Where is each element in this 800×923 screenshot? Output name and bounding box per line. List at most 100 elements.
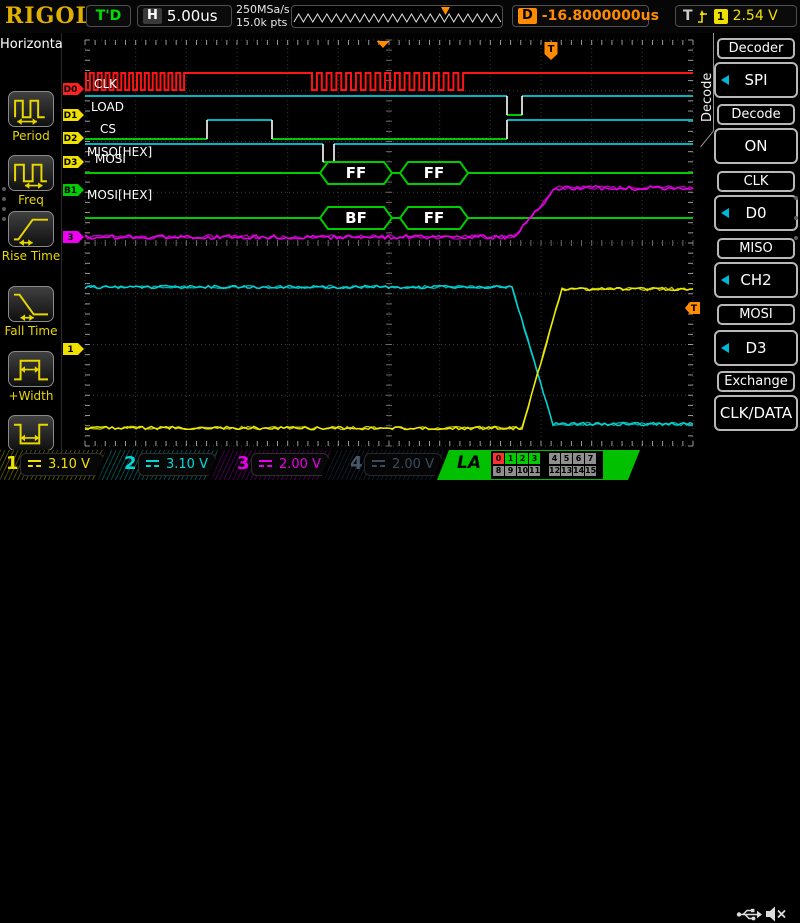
trigger-status-badge: T'D — [86, 5, 131, 27]
channel-scale-box: 2.00 V — [364, 453, 442, 476]
sample-rate: 250MSa/s — [236, 3, 290, 16]
menu-item-rise-time[interactable]: Rise Time — [0, 211, 62, 263]
menu-tab-decode[interactable]: Decode — [700, 47, 715, 147]
la-digit-5: 5 — [561, 453, 572, 464]
channel-number: 1 — [6, 453, 19, 474]
softkey-miso[interactable]: CH2 — [714, 262, 798, 298]
fall-time-icon — [8, 286, 54, 322]
svg-text:T: T — [691, 304, 698, 314]
dc-coupling-icon — [259, 459, 272, 470]
menu-item-freq[interactable]: Freq — [0, 155, 62, 207]
delay-offset-box[interactable]: D -16.8000000us — [512, 5, 659, 27]
trigger-level-value: 2.54 V — [732, 8, 778, 24]
la-digit-panel: 0 1 2 3 4 5 6 7 8 9 10 11 12 13 14 15 — [491, 451, 603, 479]
menu-item--width[interactable]: +Width — [0, 351, 62, 403]
speaker-muted-icon[interactable] — [765, 905, 787, 923]
channel-status-bar: 1 3.10 V 2 3.10 V 3 2.00 V 4 2.00 V LA 0 1 2 3 4 5 6 7 8 9… — [0, 450, 800, 922]
svg-text:FF: FF — [424, 164, 445, 182]
measure-menu-title: Horizontal — [0, 37, 67, 52]
softkey-label-decode: Decode — [717, 104, 795, 125]
waveform-display[interactable]: FF FFBF FFCLKLOADCSMOSIMISO[HEX]MOSI[HEX]D… — [62, 33, 700, 450]
page-dot — [794, 236, 798, 240]
menu-item-label: Period — [12, 129, 50, 143]
la-digit-2: 2 — [517, 453, 528, 464]
channel-scale-value: 2.00 V — [279, 457, 321, 472]
dc-coupling-icon — [28, 459, 41, 470]
acquisition-info: 250MSa/s 15.0k pts — [236, 3, 290, 29]
softkey-label-decoder: Decoder — [717, 38, 795, 59]
la-digit-3: 3 — [529, 453, 540, 464]
trigger-source-badge: 1 — [713, 8, 728, 24]
softkey-value: ON — [744, 137, 768, 155]
svg-text:B1: B1 — [64, 186, 77, 196]
freq-icon — [8, 155, 54, 191]
rising-edge-icon — [697, 9, 707, 23]
menu-item-fall-time[interactable]: Fall Time — [0, 286, 62, 338]
channel-scale-value: 2.00 V — [392, 457, 434, 472]
signal-label: MISO[HEX] — [87, 145, 152, 159]
svg-text:BF: BF — [345, 209, 367, 227]
horizontal-scale-box[interactable]: H 5.00us — [137, 5, 232, 27]
waveform-preview-strip[interactable] — [291, 5, 503, 28]
svg-text:FF: FF — [424, 209, 445, 227]
svg-text:D0: D0 — [64, 85, 78, 95]
menu-item-label: +Width — [8, 389, 54, 403]
channel-number: 2 — [124, 453, 137, 474]
delay-value: -16.8000000us — [541, 8, 659, 24]
signal-label: CLK — [94, 77, 118, 91]
dc-coupling-icon — [146, 459, 159, 470]
channel-status-2[interactable]: 2 3.10 V — [98, 450, 219, 480]
softkey-label-miso: MISO — [717, 238, 795, 259]
softkey-decode[interactable]: ON — [714, 128, 798, 164]
softkey-decoder[interactable]: SPI — [714, 62, 798, 98]
softkey-label-exchange: Exchange — [717, 371, 795, 392]
logic-analyzer-status[interactable]: LA 0 1 2 3 4 5 6 7 8 9 10 11 12 13 14 15 — [437, 450, 640, 480]
plus-width-icon — [8, 351, 54, 387]
rise-time-icon — [8, 211, 54, 247]
softkey-clk[interactable]: D0 — [714, 195, 798, 231]
decode-data-box: FF — [398, 206, 470, 230]
channel-status-3[interactable]: 3 2.00 V — [211, 450, 332, 480]
left-arrow-icon — [721, 208, 729, 218]
channel-scale-value: 3.10 V — [166, 457, 208, 472]
softkey-exchange[interactable]: CLK/DATA — [714, 395, 798, 431]
la-label: LA — [457, 453, 481, 473]
svg-text:D1: D1 — [64, 111, 78, 121]
svg-text:3: 3 — [67, 233, 73, 243]
la-digit-10: 10 — [517, 466, 529, 476]
decode-data-box: FF — [318, 161, 394, 185]
la-digit-12: 12 — [549, 466, 561, 476]
page-dot — [794, 216, 798, 220]
channel-status-4[interactable]: 4 2.00 V — [324, 450, 445, 480]
horizontal-scale-value: 5.00us — [166, 7, 218, 25]
minus-width-icon — [8, 415, 54, 451]
usb-icon — [736, 908, 762, 921]
trigger-info-box[interactable]: T 1 2.54 V — [675, 5, 797, 27]
svg-text:FF: FF — [346, 164, 367, 182]
svg-text:D3: D3 — [64, 158, 78, 168]
signal-label: MOSI[HEX] — [87, 188, 152, 202]
page-dot — [2, 187, 6, 191]
la-digit-9: 9 — [505, 466, 516, 476]
la-digit-14: 14 — [573, 466, 585, 476]
decode-menu: Decode Decoder SPI Decode ON CLK D0 MISO CH2 MOS… — [700, 33, 800, 450]
softkey-mosi[interactable]: D3 — [714, 330, 798, 366]
top-status-bar: RIGOL T'D H 5.00us 250MSa/s 15.0k pts D … — [0, 0, 800, 34]
left-arrow-icon — [721, 75, 729, 85]
menu-item-period[interactable]: Period — [0, 91, 62, 143]
signal-label: LOAD — [91, 100, 124, 114]
channel-status-1[interactable]: 1 3.10 V — [0, 450, 106, 480]
menu-item-label: Rise Time — [1, 249, 61, 263]
la-digit-13: 13 — [561, 466, 573, 476]
dc-coupling-icon — [372, 459, 385, 470]
softkey-value: D3 — [745, 339, 767, 357]
svg-text:D2: D2 — [64, 134, 78, 144]
softkey-label-mosi: MOSI — [717, 304, 795, 325]
channel-number: 4 — [350, 453, 363, 474]
left-arrow-icon — [721, 343, 729, 353]
la-digit-0: 0 — [493, 453, 504, 464]
menu-item-label: Fall Time — [4, 324, 58, 338]
decode-data-box: BF — [318, 206, 394, 230]
horizontal-label: H — [143, 8, 162, 24]
memory-depth: 15.0k pts — [236, 16, 288, 29]
